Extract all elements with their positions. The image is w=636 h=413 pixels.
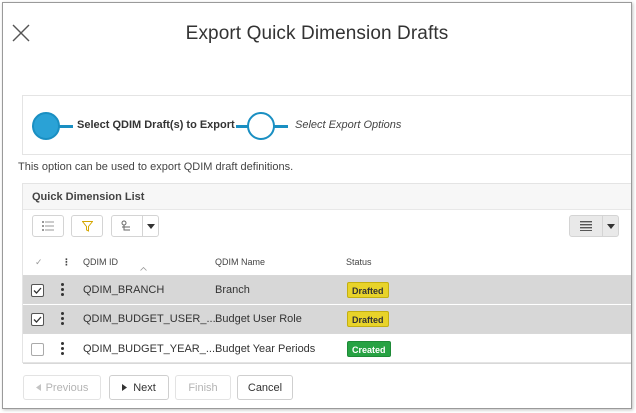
description-text: This option can be used to export QDIM d… [18, 161, 294, 173]
toolbar-separator [142, 216, 143, 236]
previous-button[interactable]: Previous [23, 375, 101, 400]
checkbox-icon [33, 287, 42, 294]
header-menu-icon[interactable]: ⋮ [62, 257, 71, 268]
step-1-label[interactable]: Select QDIM Draft(s) to Export [77, 119, 235, 131]
status-badge: Drafted [347, 311, 389, 327]
status-badge: Drafted [347, 282, 389, 298]
column-qdim-id[interactable]: QDIM ID [83, 257, 118, 267]
cell-qdim-id: QDIM_BRANCH [83, 284, 165, 296]
view-lines-icon [580, 221, 592, 231]
dropdown-icon[interactable] [147, 224, 155, 229]
list-icon [42, 221, 54, 231]
view-mode-button[interactable] [569, 215, 619, 237]
cell-qdim-id: QDIM_BUDGET_USER_... [83, 313, 216, 325]
group-by-button[interactable] [111, 215, 159, 237]
caret-left-icon [35, 384, 41, 391]
wizard-steps: Select QDIM Draft(s) to Export Select Ex… [22, 95, 631, 155]
status-badge: Created [347, 341, 391, 357]
finish-button[interactable]: Finish [175, 375, 231, 400]
dialog-title: Export Quick Dimension Drafts [185, 23, 449, 44]
step-connector [59, 125, 73, 128]
row-checkbox[interactable] [31, 343, 44, 356]
cell-qdim-name: Branch [215, 284, 250, 296]
row-checkbox[interactable] [31, 284, 44, 297]
dropdown-icon[interactable] [607, 224, 615, 229]
toolbar-separator [602, 216, 603, 236]
column-qdim-name[interactable]: QDIM Name [215, 257, 265, 267]
panel-title: Quick Dimension List [23, 184, 631, 210]
cell-qdim-id: QDIM_BUDGET_YEAR_... [83, 343, 216, 355]
cancel-button[interactable]: Cancel [237, 375, 293, 400]
select-all-check[interactable]: ✓ [35, 257, 43, 268]
cell-qdim-name: Budget User Role [215, 313, 302, 325]
filter-icon [81, 220, 93, 232]
checkbox-icon [33, 316, 42, 323]
row-checkbox[interactable] [31, 313, 44, 326]
cell-qdim-name: Budget Year Periods [215, 343, 316, 355]
column-header-row: ✓ ⋮ QDIM ID QDIM Name Status [23, 248, 631, 276]
caret-right-icon [122, 384, 128, 391]
list-toolbar [23, 212, 631, 242]
kebab-icon[interactable] [61, 342, 65, 356]
list-options-button[interactable] [32, 215, 64, 237]
sort-asc-icon [140, 267, 147, 271]
table-row[interactable]: QDIM_BRANCH Branch Drafted [23, 275, 631, 304]
step-2-indicator [247, 112, 275, 140]
table-row[interactable]: QDIM_BUDGET_YEAR_... Budget Year Periods… [23, 335, 631, 364]
kebab-icon[interactable] [61, 283, 65, 297]
column-status[interactable]: Status [346, 257, 372, 267]
step-1-indicator [32, 112, 60, 140]
step-2-label[interactable]: Select Export Options [295, 119, 401, 131]
group-icon [121, 220, 130, 231]
quick-dimension-list-panel: Quick Dimension List ✓ ⋮ QDIM ID QDIM Na… [22, 183, 631, 364]
next-label: Next [133, 381, 156, 394]
previous-label: Previous [45, 381, 89, 394]
filter-button[interactable] [71, 215, 103, 237]
export-dialog: Export Quick Dimension Drafts Select QDI… [2, 2, 632, 409]
next-button[interactable]: Next [109, 375, 169, 400]
step-connector [274, 125, 288, 128]
kebab-icon[interactable] [61, 312, 65, 326]
table-row[interactable]: QDIM_BUDGET_USER_... Budget User Role Dr… [23, 305, 631, 334]
